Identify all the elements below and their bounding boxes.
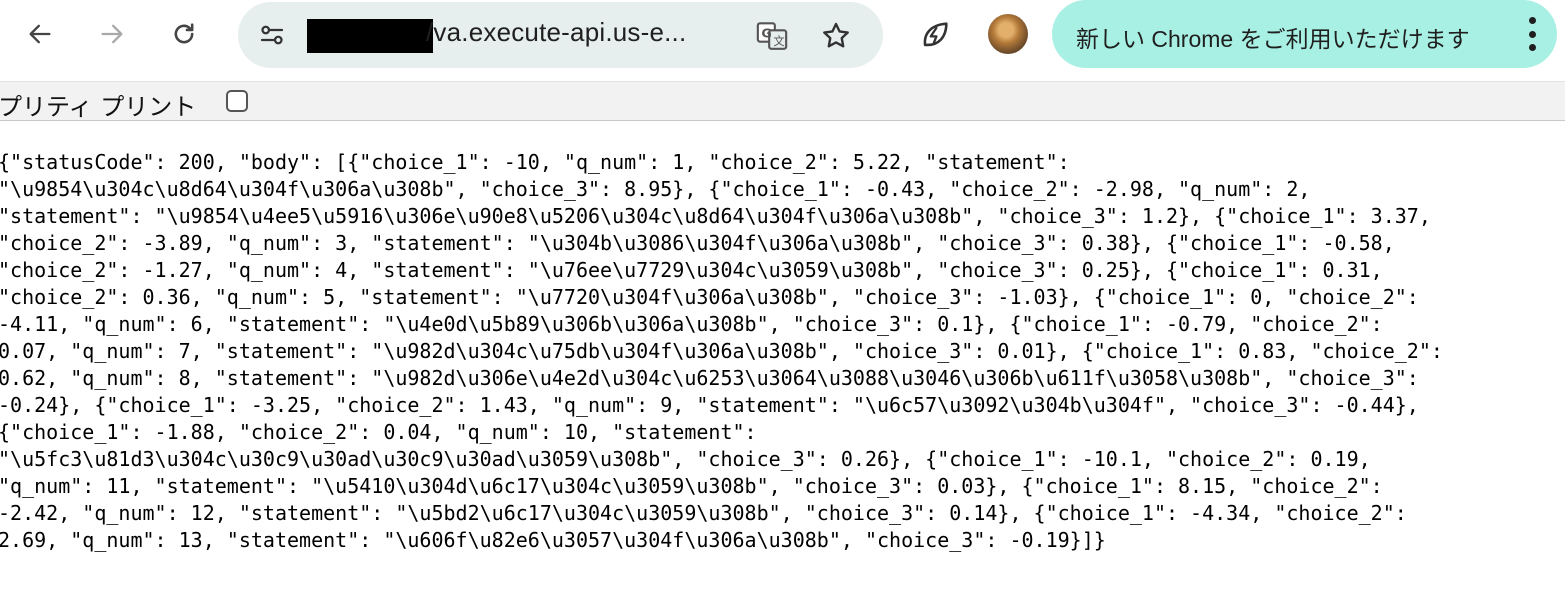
json-line: "\u9854\u304c\u8d64\u304f\u306a\u308b", … bbox=[0, 177, 1311, 201]
json-line: {"choice_1": -1.88, "choice_2": 0.04, "q… bbox=[0, 420, 757, 444]
json-line: {"statusCode": 200, "body": [{"choice_1"… bbox=[0, 150, 1070, 174]
json-response-body: {"statusCode": 200, "body": [{"choice_1"… bbox=[0, 149, 1565, 554]
translate-button[interactable]: G 文 bbox=[752, 16, 792, 56]
json-line: -0.24}, {"choice_1": -3.25, "choice_2": … bbox=[0, 393, 1419, 417]
pretty-print-label: プリティ プリント bbox=[0, 93, 197, 121]
svg-text:G: G bbox=[761, 26, 771, 41]
forward-button[interactable] bbox=[92, 14, 132, 54]
address-bar[interactable]: /va.execute-api.us-e... G 文 bbox=[238, 2, 883, 68]
json-line: "q_num": 11, "statement": "\u5410\u304d\… bbox=[0, 474, 1383, 498]
json-line: -4.11, "q_num": 6, "statement": "\u4e0d\… bbox=[0, 312, 1383, 336]
site-info-button[interactable] bbox=[252, 15, 292, 55]
chrome-update-button[interactable]: 新しい Chrome をご利用いただけます bbox=[1052, 0, 1557, 68]
kebab-menu-icon[interactable] bbox=[1527, 17, 1537, 51]
update-banner-text: 新しい Chrome をご利用いただけます bbox=[1076, 26, 1470, 52]
json-line: "\u5fc3\u81d3\u304c\u30c9\u30ad\u30c9\u3… bbox=[0, 447, 1371, 471]
back-button[interactable] bbox=[20, 14, 60, 54]
reload-icon bbox=[174, 23, 194, 44]
browser-toolbar: /va.execute-api.us-e... G 文 新しい Chrome を… bbox=[0, 0, 1565, 82]
star-icon bbox=[823, 22, 849, 48]
reload-button[interactable] bbox=[164, 14, 204, 54]
leaf-bolt-icon bbox=[923, 22, 948, 47]
translate-icon: G 文 bbox=[756, 22, 788, 50]
tune-icon bbox=[260, 25, 284, 45]
bookmark-button[interactable] bbox=[816, 16, 856, 56]
json-line: 0.07, "q_num": 7, "statement": "\u982d\u… bbox=[0, 339, 1443, 363]
pretty-print-checkbox[interactable] bbox=[226, 90, 248, 112]
arrow-right-icon bbox=[101, 24, 123, 44]
json-line: "choice_2": 0.36, "q_num": 5, "statement… bbox=[0, 285, 1419, 309]
json-line: "statement": "\u9854\u4ee5\u5916\u306e\u… bbox=[0, 204, 1431, 228]
json-line: -2.42, "q_num": 12, "statement": "\u5bd2… bbox=[0, 501, 1407, 525]
url-text[interactable]: /va.execute-api.us-e... bbox=[426, 17, 686, 48]
svg-text:文: 文 bbox=[773, 34, 784, 48]
profile-avatar[interactable] bbox=[988, 14, 1028, 54]
arrow-left-icon bbox=[29, 24, 51, 44]
json-line: "choice_2": -3.89, "q_num": 3, "statemen… bbox=[0, 231, 1395, 255]
json-line: 2.69, "q_num": 13, "statement": "\u606f\… bbox=[0, 528, 1106, 552]
json-line: 0.62, "q_num": 8, "statement": "\u982d\u… bbox=[0, 366, 1419, 390]
pretty-print-bar: プリティ プリント bbox=[0, 82, 1565, 121]
extension-button[interactable] bbox=[914, 14, 956, 56]
json-line: "choice_2": -1.27, "q_num": 4, "statemen… bbox=[0, 258, 1383, 282]
redacted-url-part bbox=[307, 19, 433, 53]
